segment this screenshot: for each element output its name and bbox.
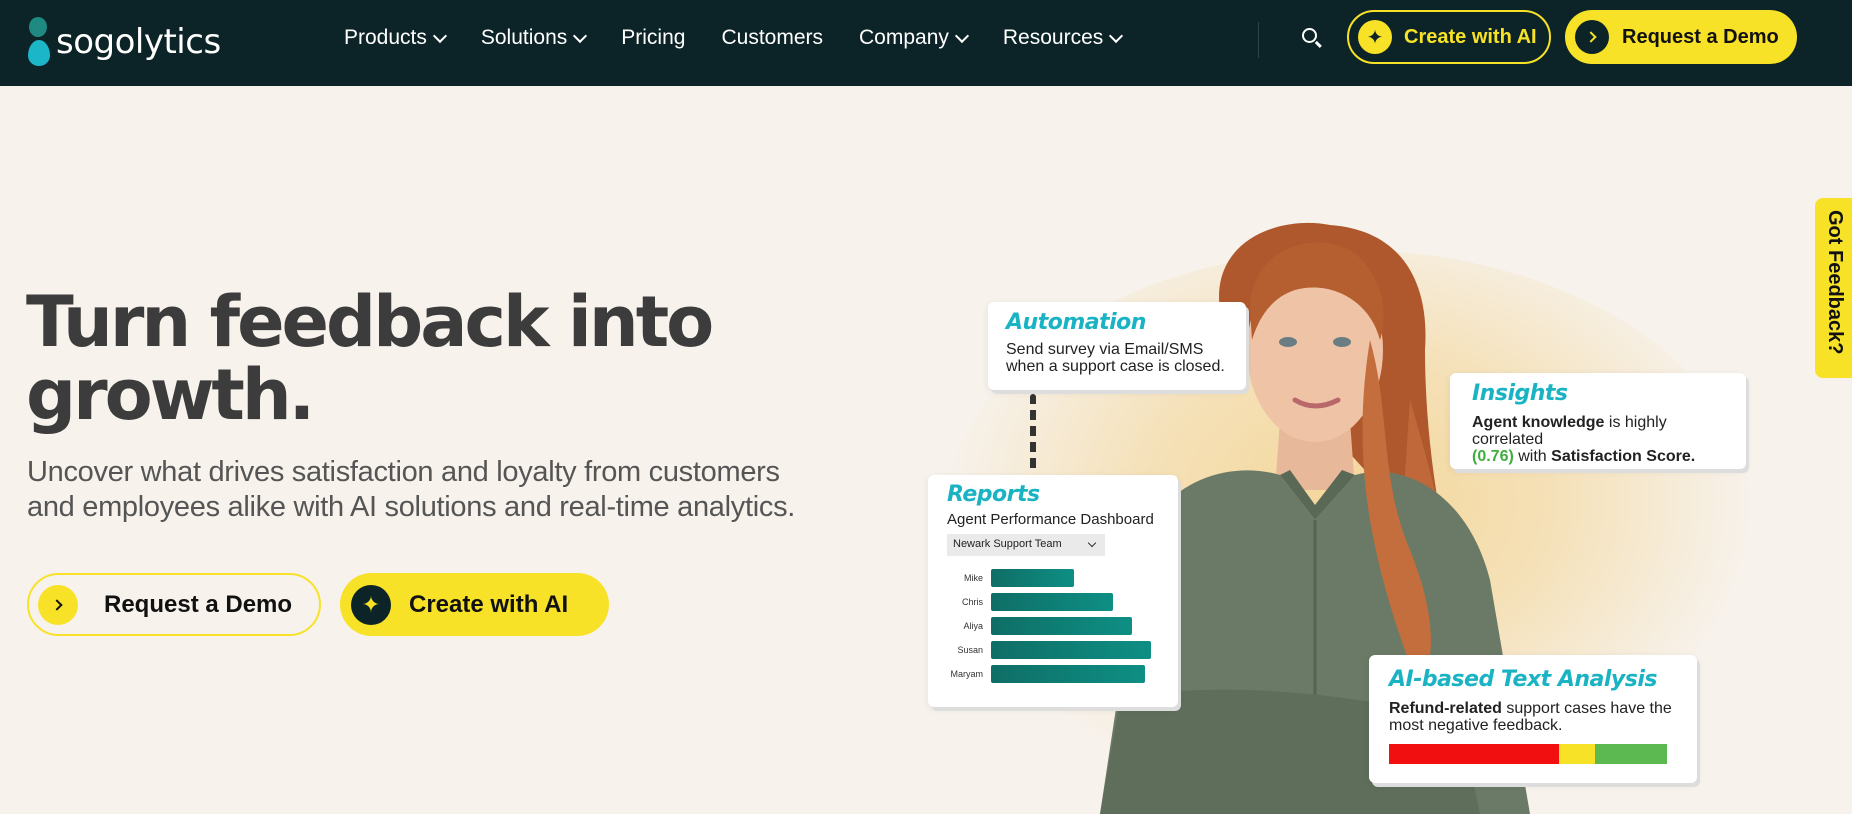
chevron-down-icon — [954, 28, 969, 43]
nav-item-label: Customers — [721, 26, 823, 49]
hero-title-line2: growth. — [26, 354, 315, 436]
got-feedback-tab[interactable]: Got Feedback? — [1815, 198, 1852, 378]
nav-divider — [1258, 22, 1259, 58]
bar-row: Chris — [947, 590, 1159, 614]
nav-item-label: Pricing — [621, 26, 686, 49]
bar-label: Susan — [957, 645, 983, 655]
nav-item-products[interactable]: Products — [344, 26, 447, 50]
nav-item-label: Company — [859, 26, 949, 49]
sparkle-icon: ✦ — [351, 584, 391, 625]
sentiment-negative — [1389, 744, 1559, 764]
bar-label: Mike — [963, 573, 983, 583]
text-analysis-text1: support cases have the — [1501, 700, 1672, 717]
connector-dashes — [1030, 394, 1036, 472]
automation-line1: Send survey via Email/SMS — [1006, 341, 1204, 358]
insights-bold1: Agent knowledge — [1472, 414, 1605, 431]
insights-card: Insights Agent knowledge is highly corre… — [1450, 373, 1746, 469]
request-demo-nav-button[interactable]: Request a Demo — [1565, 10, 1797, 64]
bar-mike — [991, 569, 1074, 587]
chevron-down-icon — [432, 28, 447, 43]
logo-mark-icon — [26, 14, 52, 70]
bar-row: Maryam — [947, 662, 1159, 686]
hero-subtitle-line2: and employees alike with AI solutions an… — [27, 491, 796, 523]
reports-subtitle: Agent Performance Dashboard — [947, 511, 1154, 528]
request-demo-nav-label: Request a Demo — [1622, 25, 1779, 48]
create-with-ai-nav-label: Create with AI — [1404, 25, 1537, 48]
logo[interactable]: sogolytics — [26, 14, 221, 70]
bar-aliya — [991, 617, 1132, 635]
insights-text: Agent knowledge is highly correlated (0.… — [1472, 414, 1724, 465]
bar-label: Chris — [961, 597, 983, 607]
chevron-right-icon — [1575, 20, 1609, 54]
text-analysis-text: Refund-related support cases have the mo… — [1389, 700, 1677, 734]
request-demo-hero-label: Request a Demo — [104, 590, 293, 618]
bar-susan — [991, 641, 1151, 659]
hero-subtitle-line1: Uncover what drives satisfaction and loy… — [27, 456, 780, 488]
text-analysis-bold: Refund-related — [1389, 700, 1502, 717]
nav-item-solutions[interactable]: Solutions — [480, 26, 588, 50]
insights-bold2: Satisfaction Score. — [1551, 448, 1696, 465]
automation-text: Send survey via Email/SMS when a support… — [1006, 341, 1228, 375]
bar-label: Maryam — [950, 669, 983, 679]
insights-text2: with — [1513, 448, 1552, 465]
bar-row: Aliya — [947, 614, 1159, 638]
insights-value: (0.76) — [1472, 448, 1514, 465]
nav-item-label: Products — [344, 26, 427, 49]
sentiment-positive — [1595, 744, 1667, 764]
create-with-ai-hero-label: Create with AI — [409, 590, 569, 618]
bar-maryam — [991, 665, 1145, 683]
automation-title: Automation — [1006, 310, 1146, 335]
sentiment-neutral — [1559, 744, 1595, 764]
text-analysis-card: AI-based Text Analysis Refund-related su… — [1369, 655, 1697, 783]
request-demo-hero-button[interactable]: Request a Demo — [27, 573, 321, 636]
chevron-down-icon — [573, 28, 588, 43]
automation-card: Automation Send survey via Email/SMS whe… — [988, 302, 1246, 390]
text-analysis-title: AI-based Text Analysis — [1389, 667, 1657, 692]
team-dropdown-value: Newark Support Team — [953, 538, 1062, 550]
bar-label: Aliya — [963, 621, 983, 631]
chevron-right-icon — [38, 584, 78, 625]
nav-item-resources[interactable]: Resources — [1002, 26, 1124, 50]
top-navbar: sogolytics Products Solutions Pricing Custo… — [0, 0, 1852, 86]
reports-title: Reports — [947, 482, 1040, 507]
sentiment-bar — [1389, 744, 1677, 764]
reports-card: Reports Agent Performance Dashboard Newa… — [928, 475, 1178, 707]
hero-title: Turn feedback into growth. — [26, 286, 786, 432]
insights-title: Insights — [1472, 381, 1568, 406]
main-menu: Products Solutions Pricing Customers Company… — [344, 0, 1157, 76]
sparkle-icon: ✦ — [1358, 20, 1392, 54]
bar-row: Mike — [947, 566, 1159, 590]
bar-chris — [991, 593, 1113, 611]
nav-item-label: Solutions — [480, 26, 568, 49]
nav-item-company[interactable]: Company — [859, 26, 969, 50]
got-feedback-label: Got Feedback? — [1824, 210, 1846, 355]
team-dropdown[interactable]: Newark Support Team — [947, 534, 1105, 556]
logo-text: sogolytics — [56, 22, 221, 62]
chevron-down-icon — [1087, 538, 1097, 548]
search-icon[interactable] — [1300, 26, 1324, 50]
hero-title-line1: Turn feedback into — [26, 281, 714, 363]
agent-bar-chart: Mike Chris Aliya Susan Maryam — [947, 566, 1159, 686]
create-with-ai-hero-button[interactable]: ✦ Create with AI — [340, 573, 609, 636]
hero-subtitle: Uncover what drives satisfaction and loy… — [27, 455, 857, 525]
automation-line2: when a support case is closed. — [1006, 358, 1225, 375]
nav-item-customers[interactable]: Customers — [721, 26, 823, 50]
text-analysis-text2: most negative feedback. — [1389, 717, 1563, 734]
nav-item-pricing[interactable]: Pricing — [621, 26, 685, 50]
create-with-ai-nav-button[interactable]: ✦ Create with AI — [1347, 10, 1551, 64]
bar-row: Susan — [947, 638, 1159, 662]
nav-item-label: Resources — [1002, 26, 1104, 49]
chevron-down-icon — [1109, 28, 1124, 43]
